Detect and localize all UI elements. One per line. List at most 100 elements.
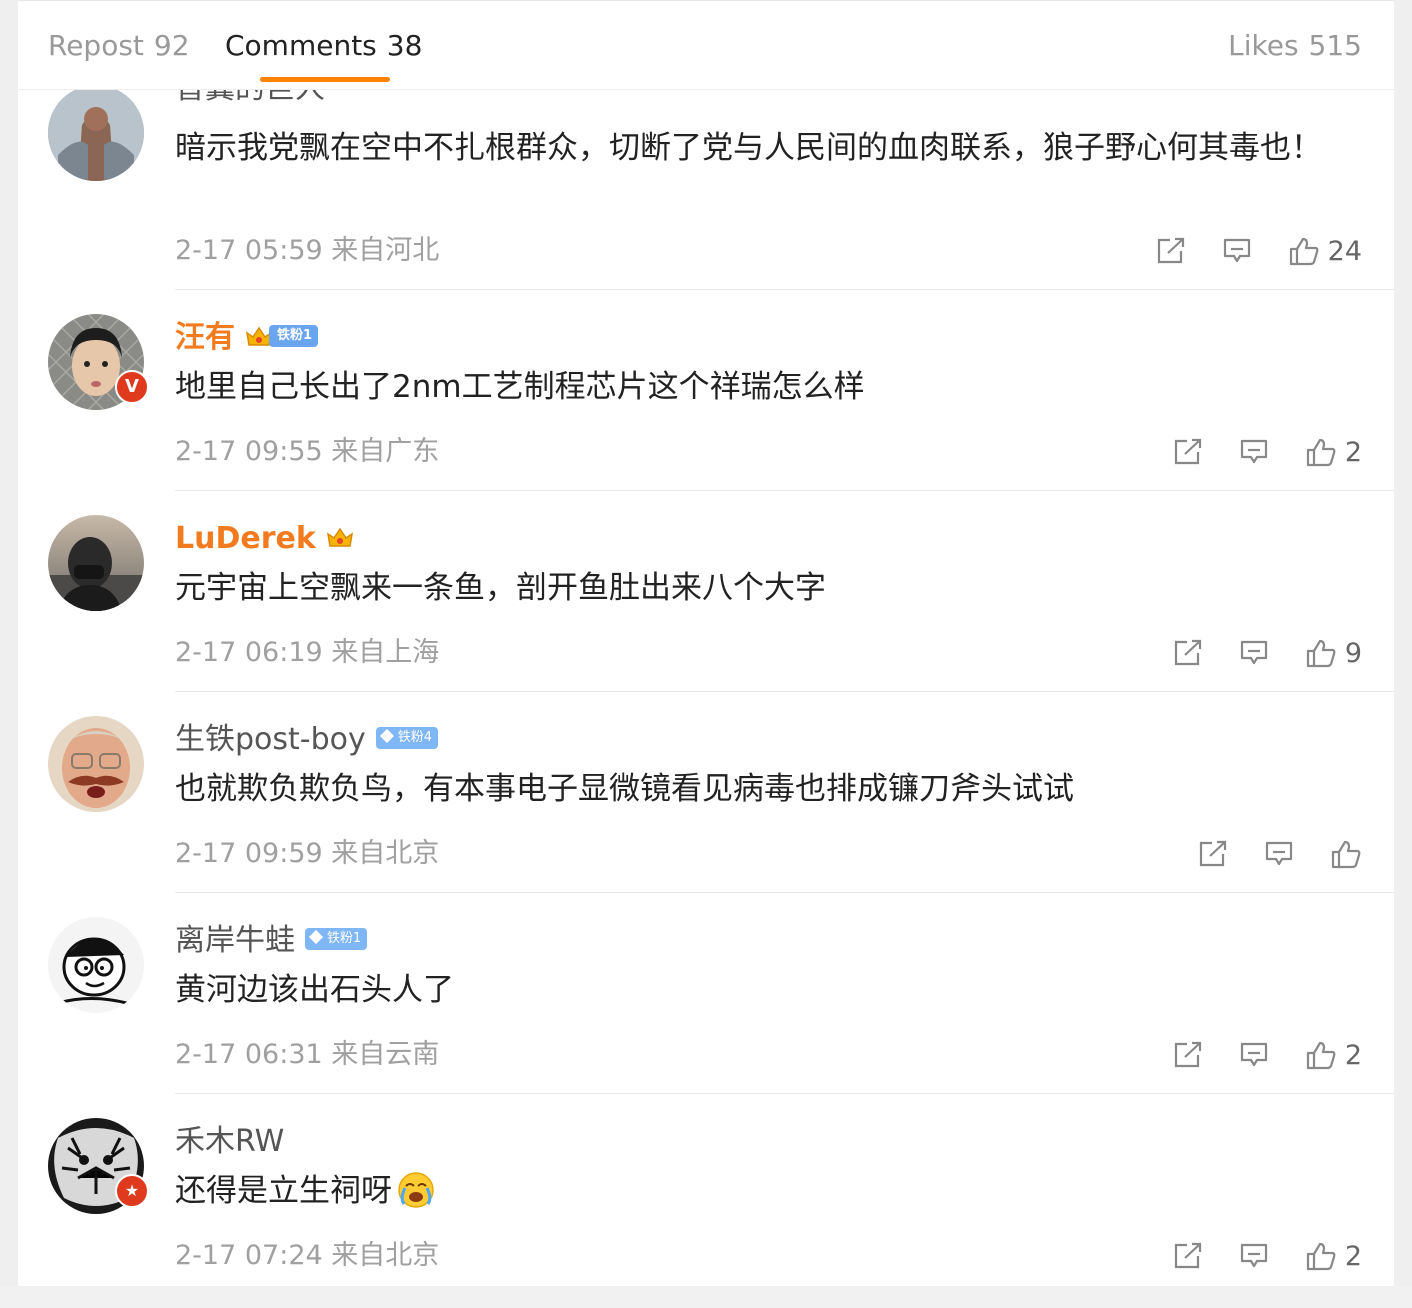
comment-icon <box>1240 640 1267 665</box>
like-count: 2 <box>1344 436 1362 468</box>
thumbs-up-icon <box>1306 1242 1336 1271</box>
reply-button[interactable] <box>1264 840 1294 868</box>
avatar[interactable] <box>48 716 144 812</box>
comment-time: 2-17 06:31 <box>175 1039 323 1070</box>
like-button[interactable]: 24 <box>1288 236 1362 267</box>
repost-button[interactable] <box>1173 438 1203 466</box>
diamond-icon <box>308 929 324 944</box>
repost-button[interactable] <box>1156 237 1186 265</box>
comment-item: 离岸牛蛙 铁粉1 黄河边该出石头人了 2-17 06:31 来自云南 2 <box>18 893 1394 1094</box>
comment-actions: 2 <box>1137 434 1362 470</box>
comment-actions: 2 <box>1137 1238 1362 1274</box>
comment-text: 还得是立生祠呀 <box>175 1168 1365 1214</box>
comment-location: 来自河北 <box>331 235 440 266</box>
comment-time: 2-17 06:19 <box>175 637 323 668</box>
thumbs-up-icon <box>1331 840 1361 869</box>
comment-meta: 2-17 06:31 来自云南 <box>175 1037 439 1073</box>
tab-likes-label: Likes <box>1228 29 1299 62</box>
avatar-image <box>48 716 144 812</box>
tab-repost[interactable]: Repost 92 <box>48 27 190 65</box>
share-icon <box>1174 1041 1201 1068</box>
tab-repost-count: 92 <box>153 29 190 62</box>
thumbs-up-icon <box>1306 438 1336 467</box>
tab-comments-label: Comments <box>225 29 377 62</box>
comment-icon <box>1240 1042 1267 1067</box>
tab-likes[interactable]: Likes 515 <box>1228 27 1362 65</box>
comment-location: 来自广东 <box>331 436 440 467</box>
like-button[interactable] <box>1330 839 1362 869</box>
avatar[interactable] <box>48 85 144 181</box>
comment-username[interactable]: 离岸牛蛙 铁粉1 <box>175 921 368 961</box>
comment-username[interactable]: 禾木RW <box>175 1122 284 1162</box>
avatar-image <box>48 917 144 1013</box>
verified-badge: V <box>115 370 149 404</box>
comment-meta: 2-17 09:59 来自北京 <box>175 836 439 872</box>
thumbs-up-icon <box>1306 639 1336 668</box>
comment-text: 暗示我党飘在空中不扎根群众，切断了党与人民间的血肉联系，狼子野心何其毒也！ <box>175 130 1322 166</box>
comment-item: ★ 禾木RW 还得是立生祠呀 2-17 07:24 来自北京 2 <box>18 1094 1394 1287</box>
reply-button[interactable] <box>1222 237 1252 265</box>
comment-time: 2-17 07:24 <box>175 1240 323 1271</box>
comment-text: 地里自己长出了2nm工艺制程芯片这个祥瑞怎么样 <box>175 369 865 405</box>
avatar[interactable] <box>48 917 144 1013</box>
username-text: 汪有 <box>175 320 235 355</box>
fan-badge-label: 铁粉4 <box>397 729 433 745</box>
comment-meta: 2-17 06:19 来自上海 <box>175 635 439 671</box>
comment-location: 来自北京 <box>331 838 440 869</box>
tab-comments[interactable]: Comments 38 <box>225 27 422 65</box>
page-background <box>0 1286 1412 1308</box>
thumbs-up-icon <box>1306 1041 1336 1070</box>
comment-text: 黄河边该出石头人了 <box>175 972 454 1008</box>
fan-badge: 铁粉1 <box>305 927 368 950</box>
like-button[interactable]: 2 <box>1305 1241 1362 1272</box>
repost-button[interactable] <box>1173 1041 1203 1069</box>
comment-time: 2-17 09:59 <box>175 838 323 869</box>
like-count: 2 <box>1344 1240 1362 1272</box>
comment-actions: 2 <box>1137 1037 1362 1073</box>
crying-emoji-icon <box>398 1171 434 1208</box>
reply-button[interactable] <box>1239 1242 1269 1270</box>
share-icon <box>1174 438 1201 465</box>
avatar[interactable] <box>48 515 144 611</box>
repost-button[interactable] <box>1173 639 1203 667</box>
fan-badge-label: 铁粉1 <box>327 930 362 946</box>
like-button[interactable]: 9 <box>1305 638 1362 669</box>
reply-button[interactable] <box>1239 1041 1269 1069</box>
like-button[interactable]: 2 <box>1305 437 1362 468</box>
comment-actions: 24 <box>1120 233 1362 269</box>
fan-badge: 铁粉1 <box>269 324 319 347</box>
comment-time: 2-17 09:55 <box>175 436 323 467</box>
username-text: LuDerek <box>175 521 316 556</box>
comment-actions <box>1162 836 1362 872</box>
comment-icon <box>1223 238 1250 263</box>
active-tab-indicator <box>260 77 390 82</box>
comment-location: 来自上海 <box>331 637 440 668</box>
username-text: 离岸牛蛙 <box>175 923 295 958</box>
tab-repost-label: Repost <box>48 29 144 62</box>
comment-username[interactable]: 生铁post-boy 铁粉4 <box>175 720 439 760</box>
comment-item: 生铁post-boy 铁粉4 也就欺负欺负鸟，有本事电子显微镜看见病毒也排成镰刀斧… <box>18 692 1394 893</box>
fan-badge: 铁粉4 <box>375 726 439 749</box>
avatar-image <box>48 515 144 611</box>
reply-button[interactable] <box>1239 639 1269 667</box>
comment-meta: 2-17 05:59 来自河北 <box>175 233 439 269</box>
member-badge: ★ <box>115 1174 149 1208</box>
repost-button[interactable] <box>1173 1242 1203 1270</box>
like-count: 9 <box>1344 637 1362 669</box>
comment-text: 元宇宙上空飘来一条鱼，剖开鱼肚出来八个大字 <box>175 570 826 606</box>
comment-location: 来自北京 <box>331 1240 440 1271</box>
crown-icon <box>326 527 353 547</box>
tab-likes-count: 515 <box>1308 29 1362 62</box>
repost-button[interactable] <box>1198 840 1228 868</box>
comment-username[interactable]: LuDerek <box>175 519 354 559</box>
comment-actions: 9 <box>1137 635 1362 671</box>
tab-bar: Repost 92 Comments 38 Likes 515 <box>18 1 1394 90</box>
reply-button[interactable] <box>1239 438 1269 466</box>
comment-icon <box>1240 439 1267 464</box>
share-icon <box>1199 840 1227 867</box>
like-count: 2 <box>1344 1039 1362 1071</box>
comments-panel: Repost92 Comments38 Likes515 普翼的巨人 暗示我党飘… <box>18 0 1394 1287</box>
comment-username[interactable]: 汪有 铁粉1 <box>175 318 319 358</box>
avatar-image <box>48 85 144 181</box>
like-button[interactable]: 2 <box>1305 1040 1362 1071</box>
